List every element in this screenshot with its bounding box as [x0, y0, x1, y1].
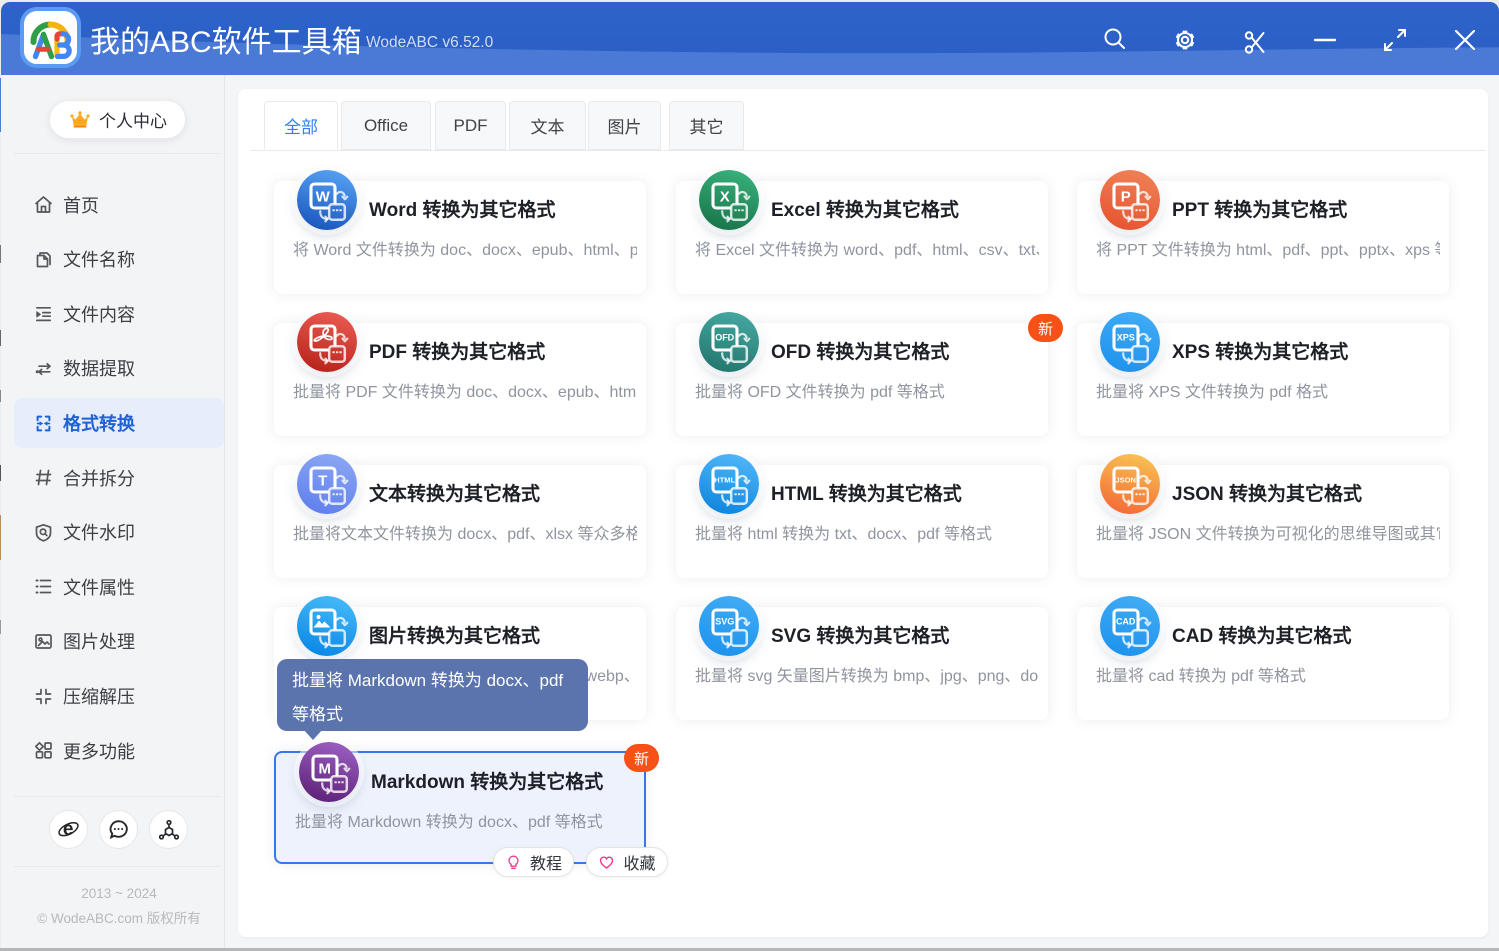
svg-text:HTML: HTML [714, 476, 735, 485]
svg-text:T: T [318, 473, 327, 490]
svg-text:JSON: JSON [1115, 476, 1136, 485]
svg-text:X: X [720, 189, 730, 206]
svg-text:P: P [1121, 189, 1131, 206]
svg-text:CAD: CAD [1116, 617, 1136, 627]
svg-text:OFD: OFD [715, 333, 734, 343]
svg-text:W: W [316, 189, 331, 206]
svg-text:XPS: XPS [1117, 333, 1135, 343]
svg-text:SVG: SVG [715, 617, 734, 627]
svg-text:M: M [318, 761, 331, 778]
